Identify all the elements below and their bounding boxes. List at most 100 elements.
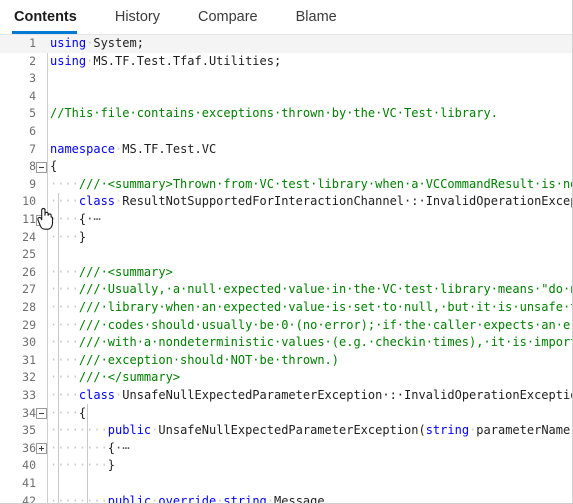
code-line-text: ········{·⋯ xyxy=(50,440,129,458)
code-line[interactable]: 6 xyxy=(0,123,572,141)
code-token: } xyxy=(107,458,116,473)
code-line[interactable]: 3 xyxy=(0,70,572,88)
code-token: ///·Usually,·a·null·expected·value·in·th… xyxy=(78,282,572,297)
line-number: 25 xyxy=(22,247,36,262)
code-token: string xyxy=(223,493,267,503)
code-token: override xyxy=(158,493,217,503)
code-line-text: using·MS.TF.Test.Tfaf.Utilities; xyxy=(50,53,281,71)
code-token: ///·with·a·nondeterministic·values·(e.g.… xyxy=(78,335,572,350)
code-line[interactable]: 33 ····class·UnsafeNullExpectedParameterE… xyxy=(0,387,572,405)
code-line-text: ····///·codes·should·usually·be·0·(no·er… xyxy=(50,317,572,335)
code-line[interactable]: 27 ····///·Usually,·a·null·expected·value… xyxy=(0,281,572,299)
line-number: 31 xyxy=(22,352,36,367)
code-token: ···· xyxy=(50,405,79,420)
code-line[interactable]: 26 ····///·<summary> xyxy=(0,264,572,282)
code-line[interactable]: 36 ········{·⋯ xyxy=(0,440,572,458)
line-number: 4 xyxy=(29,88,36,103)
code-token: { xyxy=(50,159,58,174)
code-token: parameterName) xyxy=(476,423,572,438)
code-token: ···· xyxy=(50,176,79,191)
file-viewer-window: Contents History Compare Blame 1 using·Sy… xyxy=(0,0,573,504)
line-number: 11 xyxy=(22,212,36,226)
line-number: 41 xyxy=(22,476,36,490)
code-line[interactable]: 41 xyxy=(0,475,572,493)
line-number: 32 xyxy=(22,370,36,385)
code-line-text: namespace·MS.TF.Test.VC xyxy=(50,141,216,159)
code-token: UnsafeNullExpectedParameterException( xyxy=(158,423,426,438)
code-line[interactable]: 32 ····///·</summary> xyxy=(0,369,572,387)
code-token: ···· xyxy=(50,300,79,314)
code-line[interactable]: 2 using·MS.TF.Test.Tfaf.Utilities; xyxy=(0,53,572,71)
code-line-text: ····///·library·when·an·expected·value·i… xyxy=(50,299,572,317)
code-line-text: ····} xyxy=(50,229,86,247)
code-line-text: using·System; xyxy=(50,35,144,53)
tab-history-label: History xyxy=(114,9,160,25)
line-number: 40 xyxy=(22,458,36,473)
tab-compare[interactable]: Compare xyxy=(196,0,272,28)
line-number: 42 xyxy=(22,493,36,503)
code-line[interactable]: 34 ····{ xyxy=(0,405,572,423)
line-number: 33 xyxy=(22,388,36,402)
expand-fold-icon[interactable] xyxy=(36,214,47,226)
code-line[interactable]: 31 ····///·exception·should·NOT·be·thrown… xyxy=(0,352,572,370)
tab-contents[interactable]: Contents xyxy=(12,0,91,34)
code-line-text: //This·file·contains·exceptions·thrown·b… xyxy=(50,105,498,123)
indent-guide xyxy=(87,404,88,503)
code-line[interactable]: 10 ····class·ResultNotSupportedForInterac… xyxy=(0,193,572,211)
code-line[interactable]: 28 ····///·library·when·an·expected·value… xyxy=(0,299,572,317)
line-number: 30 xyxy=(22,335,36,350)
code-token: UnsafeNullExpectedParameterException·:·I… xyxy=(122,388,572,402)
code-line[interactable]: 40 ········} xyxy=(0,457,572,475)
code-token: { xyxy=(107,440,116,455)
tab-contents-label: Contents xyxy=(14,9,77,25)
line-number: 28 xyxy=(22,300,36,314)
indent-guide xyxy=(58,193,59,503)
line-number: 9 xyxy=(29,176,36,191)
code-line[interactable]: 42 ········public·override·string·Message xyxy=(0,493,572,503)
code-line-text: ····{ xyxy=(50,405,86,423)
code-line[interactable]: 29 ····///·codes·should·usually·be·0·(no·… xyxy=(0,317,572,335)
line-number: 24 xyxy=(22,229,36,244)
code-line[interactable]: 8{ xyxy=(0,158,572,176)
code-token: public xyxy=(107,493,152,503)
code-token: MS.TF.Test.VC xyxy=(122,141,217,156)
tab-bar: Contents History Compare Blame xyxy=(0,0,572,35)
code-editor[interactable]: 1 using·System; 2 using·MS.TF.Test.Tfaf.Uti… xyxy=(0,35,572,503)
code-token: ···· xyxy=(50,388,79,402)
code-line[interactable]: 1 using·System; xyxy=(0,35,572,53)
code-line[interactable]: 25 xyxy=(0,246,572,264)
code-token: ···· xyxy=(50,282,79,297)
line-number: 8 xyxy=(29,159,36,174)
line-number: 26 xyxy=(22,264,36,279)
code-token: ···· xyxy=(50,370,79,385)
code-line-text: ····///·exception·should·NOT·be·thrown.) xyxy=(50,352,339,370)
expand-fold-icon[interactable] xyxy=(36,443,47,455)
code-line[interactable]: 24 ····} xyxy=(0,229,572,247)
code-line[interactable]: 5 //This·file·contains·exceptions·thrown·… xyxy=(0,105,572,123)
collapse-fold-icon[interactable] xyxy=(36,408,47,420)
code-token: ResultNotSupportedForInteractionChannel·… xyxy=(122,194,572,209)
code-token: using xyxy=(50,36,87,50)
code-token: ///·<summary> xyxy=(78,264,173,279)
code-line[interactable]: 9 ····///·<summary>Thrown·from·VC·test·li… xyxy=(0,176,572,194)
collapse-fold-icon[interactable] xyxy=(36,161,47,173)
code-line-text: ········} xyxy=(50,457,115,475)
line-number: 35 xyxy=(22,423,36,438)
line-number: 29 xyxy=(22,317,36,332)
code-line-text: ········public·override·string·Message xyxy=(50,493,325,503)
code-line[interactable]: 11 ····{·⋯ xyxy=(0,211,572,229)
code-line-text: ········public·UnsafeNullExpectedParamet… xyxy=(50,422,572,440)
tab-history[interactable]: History xyxy=(113,0,174,28)
code-token: · xyxy=(266,493,275,503)
code-line[interactable]: 7 namespace·MS.TF.Test.VC xyxy=(0,141,572,159)
tab-blame-label: Blame xyxy=(295,9,337,25)
code-line[interactable]: 30 ····///·with·a·nondeterministic·values… xyxy=(0,334,572,352)
code-token: ···· xyxy=(50,335,79,350)
tab-blame[interactable]: Blame xyxy=(294,0,351,28)
line-number: 1 xyxy=(29,36,36,50)
code-line[interactable]: 4 xyxy=(0,88,572,106)
code-line[interactable]: 35 ········public·UnsafeNullExpectedParam… xyxy=(0,422,572,440)
code-token: ///·</summary> xyxy=(78,370,181,385)
line-number: 6 xyxy=(29,124,36,138)
line-number: 3 xyxy=(29,71,36,86)
